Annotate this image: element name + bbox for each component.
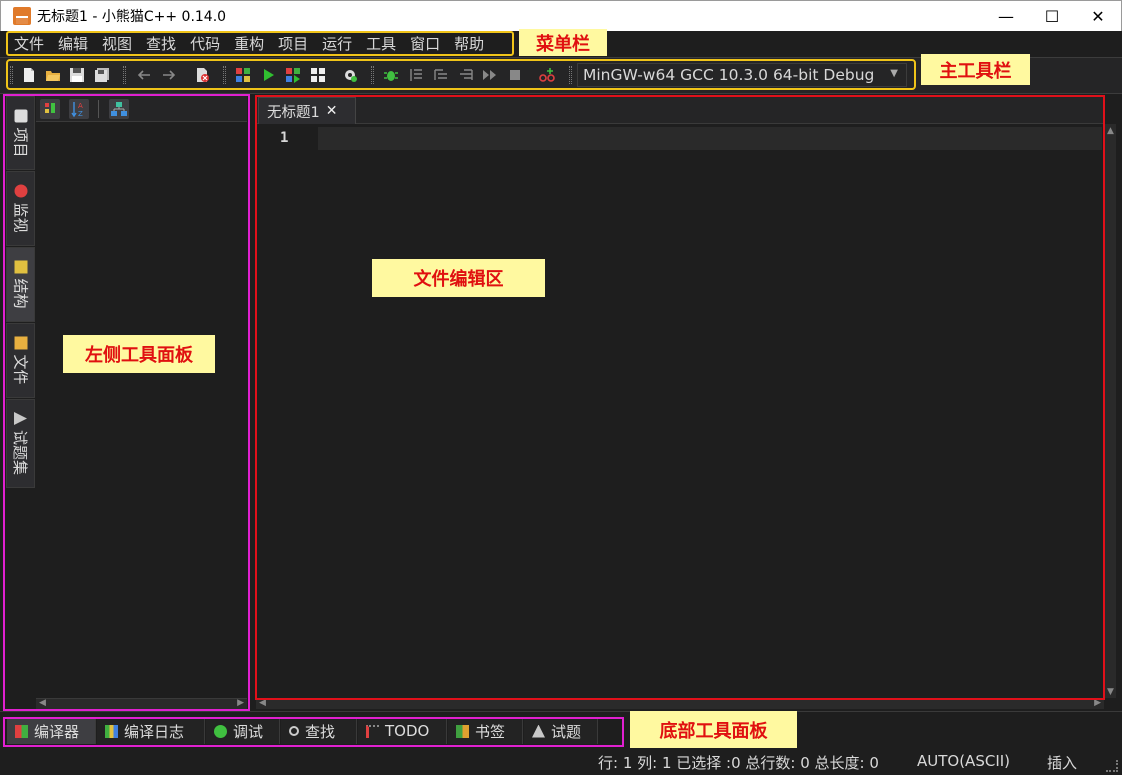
toolbar-highlight-frame xyxy=(6,59,916,90)
status-bar: 行: 1 列: 1 已选择 :0 总行数: 0 总长度: 0 AUTO(ASCI… xyxy=(0,748,1122,775)
bottom-panel-highlight-frame xyxy=(3,717,624,747)
app-logo-icon xyxy=(13,7,31,25)
callout-menubar: 菜单栏 xyxy=(519,29,607,56)
callout-toolbar: 主工具栏 xyxy=(921,54,1030,85)
window-title: 无标题1 - 小熊猫C++ 0.14.0 xyxy=(37,9,227,25)
window-controls: — ☐ ✕ xyxy=(983,1,1121,31)
scroll-up-icon[interactable]: ▲ xyxy=(1107,126,1114,136)
callout-bottom-panel: 底部工具面板 xyxy=(630,711,797,748)
editor-vertical-scrollbar[interactable]: ▲ ▼ xyxy=(1104,124,1116,698)
minimize-button[interactable]: — xyxy=(983,1,1029,31)
maximize-button[interactable]: ☐ xyxy=(1029,1,1075,31)
cursor-status: 行: 1 列: 1 已选择 :0 总行数: 0 总长度: 0 xyxy=(598,754,879,772)
callout-left-panel: 左侧工具面板 xyxy=(63,335,215,373)
encoding-status[interactable]: AUTO(ASCII) xyxy=(917,752,1010,770)
insert-mode-status: 插入 xyxy=(1047,754,1078,772)
callout-editor: 文件编辑区 xyxy=(372,259,545,297)
resize-grip[interactable] xyxy=(1106,760,1118,772)
scroll-down-icon[interactable]: ▼ xyxy=(1107,687,1114,697)
menubar-highlight-frame xyxy=(6,31,514,56)
close-button[interactable]: ✕ xyxy=(1075,1,1121,31)
editor-highlight-frame xyxy=(255,95,1105,700)
left-panel-highlight-frame xyxy=(3,94,250,711)
title-bar: 无标题1 - 小熊猫C++ 0.14.0 — ☐ ✕ xyxy=(0,0,1122,31)
